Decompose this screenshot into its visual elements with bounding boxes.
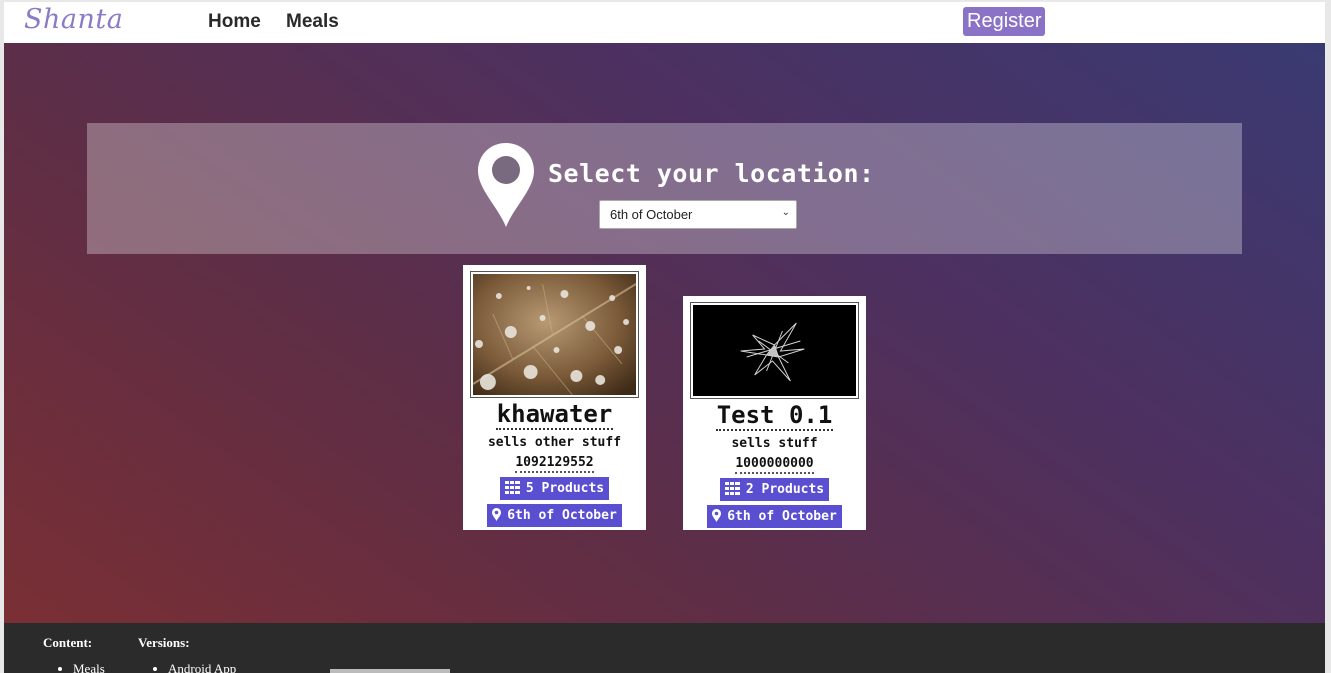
footer-versions-heading: Versions: bbox=[138, 635, 190, 650]
vendor-phone[interactable]: 1000000000 bbox=[735, 456, 814, 474]
horizontal-scrollbar[interactable] bbox=[330, 669, 450, 673]
location-badge: 6th of October bbox=[487, 504, 622, 527]
products-count: 2 Products bbox=[745, 482, 825, 497]
map-marker-icon bbox=[712, 509, 722, 522]
location-pin-icon bbox=[478, 143, 534, 227]
products-badge[interactable]: 2 Products bbox=[719, 478, 830, 501]
location-label: 6th of October bbox=[727, 509, 837, 524]
products-badge[interactable]: 5 Products bbox=[499, 477, 610, 500]
location-panel: Select your location: 6th of October ⌄ bbox=[87, 123, 1242, 254]
vendor-card[interactable]: khawater sells other stuff 1092129552 5 … bbox=[463, 265, 646, 530]
vendor-card[interactable]: Test 0.1 sells stuff 1000000000 2 Produc… bbox=[683, 296, 866, 530]
vendor-name[interactable]: Test 0.1 bbox=[715, 401, 834, 431]
footer-link-meals[interactable]: Meals bbox=[73, 661, 105, 673]
location-label: 6th of October bbox=[507, 508, 617, 523]
footer: Content: Meals Versions: Android App bbox=[4, 623, 1325, 673]
footer-content-heading: Content: bbox=[43, 635, 93, 650]
navbar: Shanta Home Meals Register bbox=[4, 2, 1325, 44]
main-section: Select your location: 6th of October ⌄ k… bbox=[4, 43, 1325, 623]
footer-link-android-app[interactable]: Android App bbox=[168, 661, 236, 673]
footer-content-column: Content: Meals bbox=[43, 635, 105, 673]
location-badge: 6th of October bbox=[707, 505, 842, 528]
browser-viewport: Shanta Home Meals Register Select your l… bbox=[4, 2, 1325, 673]
vendor-description: sells stuff bbox=[731, 436, 818, 451]
logo[interactable]: Shanta bbox=[24, 4, 123, 35]
register-button[interactable]: Register bbox=[963, 7, 1046, 36]
vendor-image bbox=[470, 271, 639, 398]
location-title: Select your location: bbox=[548, 159, 875, 188]
vendor-image bbox=[690, 302, 859, 399]
grid-icon bbox=[724, 482, 740, 495]
vendor-description: sells other stuff bbox=[487, 435, 622, 450]
vendor-phone[interactable]: 1092129552 bbox=[515, 455, 594, 473]
chevron-down-icon: ⌄ bbox=[781, 207, 790, 218]
nav-meals-link[interactable]: Meals bbox=[286, 11, 339, 33]
products-count: 5 Products bbox=[525, 481, 605, 496]
footer-versions-column: Versions: Android App bbox=[138, 635, 236, 673]
grid-icon bbox=[504, 481, 520, 494]
location-select[interactable]: 6th of October ⌄ bbox=[599, 200, 797, 229]
vendor-name[interactable]: khawater bbox=[495, 400, 614, 430]
map-marker-icon bbox=[492, 508, 502, 521]
nav-home-link[interactable]: Home bbox=[208, 11, 261, 33]
location-select-value: 6th of October bbox=[610, 207, 693, 222]
